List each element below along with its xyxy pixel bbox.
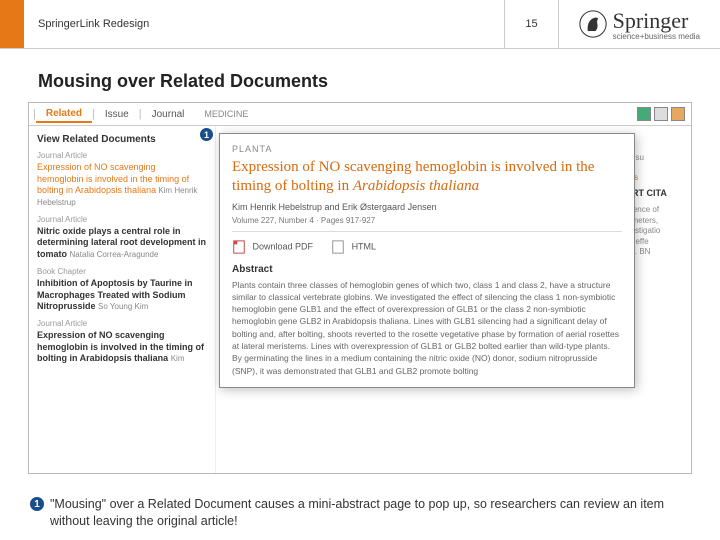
download-pdf-link[interactable]: Download PDF: [232, 240, 313, 254]
brand-name: Springer: [613, 8, 700, 34]
screenshot-panel: | Related | Issue | Journal MEDICINE 1 V…: [28, 102, 692, 474]
toolbar-icons: [637, 107, 691, 121]
section-title: Mousing over Related Documents: [38, 71, 720, 92]
horse-icon: [579, 10, 607, 38]
item-type: Journal Article: [37, 319, 207, 328]
sidebar-heading: View Related Documents: [37, 134, 207, 145]
related-item-link[interactable]: Expression of NO scavenging hemoglobin i…: [37, 330, 207, 365]
popup-article-title[interactable]: Expression of NO scavenging hemoglobin i…: [232, 158, 622, 196]
save-icon[interactable]: [654, 107, 668, 121]
related-item-link[interactable]: Nitric oxide plays a central role in det…: [37, 226, 207, 261]
related-item-link[interactable]: Expression of NO scavenging hemoglobin i…: [37, 162, 207, 209]
mini-abstract-popup: PLANTA Expression of NO scavenging hemog…: [219, 133, 635, 388]
footer-text: "Mousing" over a Related Document causes…: [50, 496, 690, 530]
popup-download-links: Download PDF HTML: [232, 240, 622, 254]
html-icon: [331, 240, 345, 254]
header-title: SpringerLink Redesign: [38, 18, 504, 30]
accent-block: [0, 0, 24, 48]
abstract-text: Plants contain three classes of hemoglob…: [232, 279, 622, 378]
slide-header: SpringerLink Redesign 15 Springer scienc…: [0, 0, 720, 49]
abstract-heading: Abstract: [232, 264, 622, 275]
pdf-icon: [232, 240, 246, 254]
rss-icon[interactable]: [671, 107, 685, 121]
tab-bar: | Related | Issue | Journal MEDICINE: [29, 103, 691, 126]
related-sidebar: 1 View Related Documents Journal Article…: [29, 126, 216, 474]
item-type: Journal Article: [37, 215, 207, 224]
tab-journal[interactable]: Journal: [142, 107, 195, 122]
page-number: 15: [504, 0, 558, 48]
brand-logo: Springer science+business media: [559, 8, 720, 41]
related-item-link[interactable]: Inhibition of Apoptosis by Taurine in Ma…: [37, 278, 207, 313]
brand-tagline: science+business media: [613, 32, 700, 41]
view-html-link[interactable]: HTML: [331, 240, 376, 254]
popup-journal-name: PLANTA: [232, 144, 622, 154]
footer-annotation: 1 "Mousing" over a Related Document caus…: [30, 496, 690, 530]
popup-authors: Kim Henrik Hebelstrup and Erik Østergaar…: [232, 202, 622, 212]
tab-related[interactable]: Related: [36, 106, 92, 123]
item-type: Book Chapter: [37, 267, 207, 276]
breadcrumb: MEDICINE: [204, 109, 248, 119]
tab-issue[interactable]: Issue: [95, 107, 139, 122]
item-type: Journal Article: [37, 151, 207, 160]
callout-marker-1: 1: [200, 128, 213, 141]
popup-volume-info: Volume 227, Number 4 · Pages 917-927: [232, 216, 622, 232]
share-icon[interactable]: [637, 107, 651, 121]
callout-marker-1: 1: [30, 497, 44, 511]
